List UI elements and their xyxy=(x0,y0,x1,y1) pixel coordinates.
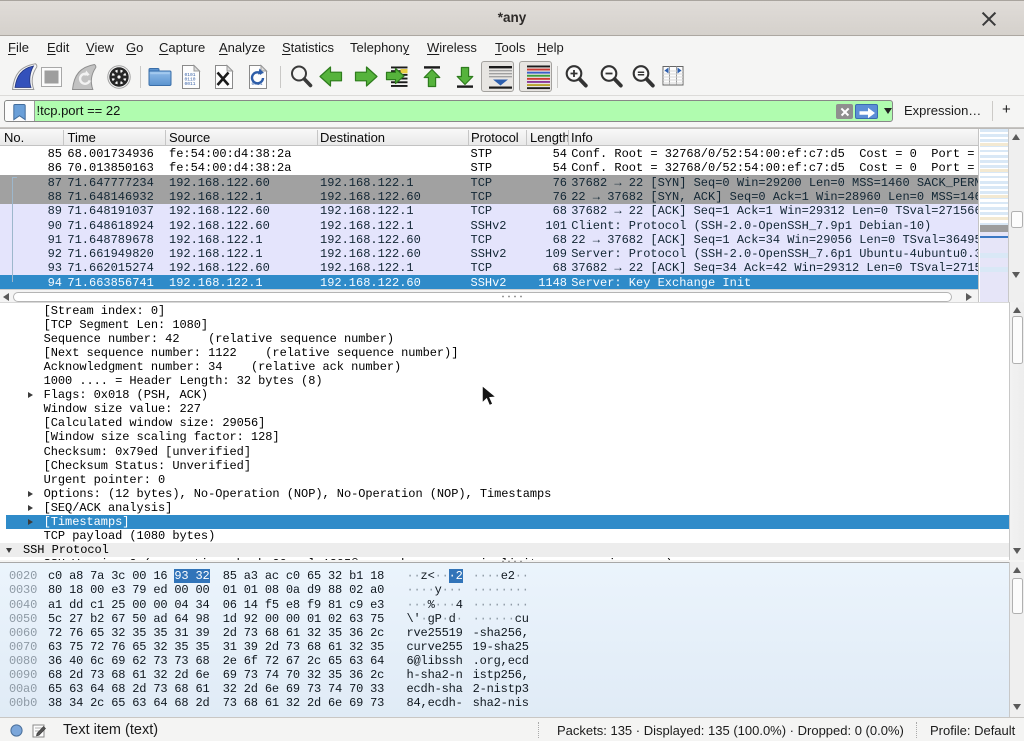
svg-text:0011: 0011 xyxy=(185,81,196,87)
